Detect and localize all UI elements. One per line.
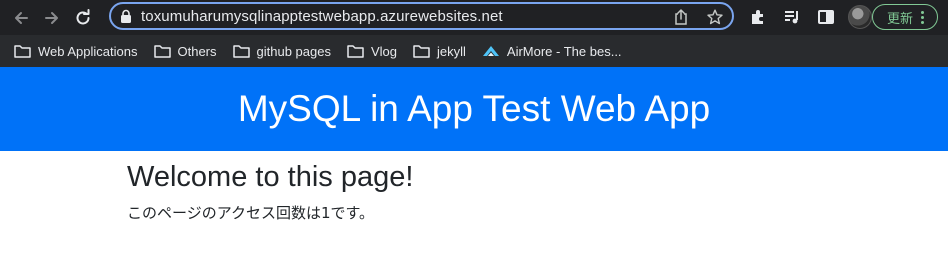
bookmarks-bar: Web Applications Others github pages Vlo… bbox=[0, 35, 948, 67]
folder-icon bbox=[14, 44, 31, 58]
bookmark-folder-others[interactable]: Others bbox=[153, 43, 217, 59]
puzzle-icon[interactable] bbox=[746, 5, 770, 29]
bookmark-label: AirMore - The bes... bbox=[506, 43, 622, 59]
star-icon[interactable] bbox=[706, 8, 724, 26]
reload-icon bbox=[76, 8, 90, 24]
share-icon[interactable] bbox=[672, 8, 690, 26]
folder-icon bbox=[232, 44, 250, 58]
url-text[interactable]: toxumuharumysqlinapptestwebapp.azurewebs… bbox=[141, 8, 503, 25]
arrow-right-icon bbox=[45, 11, 58, 24]
access-count-message: このページのアクセス回数は1です。 bbox=[127, 204, 374, 222]
arrow-left-icon bbox=[15, 11, 28, 24]
bookmark-label: github pages bbox=[256, 43, 331, 59]
main-content: Welcome to this page! このページのアクセス回数は1です。 bbox=[0, 161, 948, 223]
side-panel-icon[interactable] bbox=[814, 5, 838, 29]
update-button[interactable]: 更新 bbox=[872, 4, 938, 30]
folder-icon bbox=[413, 44, 430, 58]
update-button-label: 更新 bbox=[887, 10, 914, 26]
avatar bbox=[848, 5, 872, 29]
bookmark-folder-vlog[interactable]: Vlog bbox=[347, 44, 397, 59]
page-heading: Welcome to this page! bbox=[127, 161, 414, 193]
bookmark-folder-jekyll[interactable]: jekyll bbox=[413, 44, 466, 59]
bookmark-label: Vlog bbox=[370, 43, 397, 59]
more-vert-icon bbox=[921, 10, 925, 24]
profile-avatar[interactable] bbox=[848, 5, 872, 29]
browser-toolbar: toxumuharumysqlinapptestwebapp.azurewebs… bbox=[0, 0, 948, 35]
header-title: MySQL in App Test Web App bbox=[237, 88, 711, 129]
lock-icon[interactable] bbox=[119, 8, 133, 24]
media-playlist-icon[interactable] bbox=[780, 5, 804, 29]
bookmark-airmore[interactable]: AirMore - The bes... bbox=[482, 44, 622, 59]
forward-button[interactable] bbox=[38, 4, 66, 32]
bookmark-label: jekyll bbox=[437, 43, 466, 59]
bookmark-label: Others bbox=[177, 43, 217, 59]
bookmark-label: Web Applications bbox=[38, 43, 138, 59]
folder-icon bbox=[347, 44, 364, 58]
back-button[interactable] bbox=[7, 4, 35, 32]
site-header: MySQL in App Test Web App bbox=[0, 67, 948, 151]
airmore-icon bbox=[482, 44, 500, 58]
address-bar[interactable]: toxumuharumysqlinapptestwebapp.azurewebs… bbox=[109, 2, 734, 30]
folder-icon bbox=[153, 44, 171, 58]
bookmark-folder-web-applications[interactable]: Web Applications bbox=[14, 44, 138, 59]
bookmark-folder-github-pages[interactable]: github pages bbox=[232, 43, 331, 59]
reload-button[interactable] bbox=[69, 4, 97, 32]
